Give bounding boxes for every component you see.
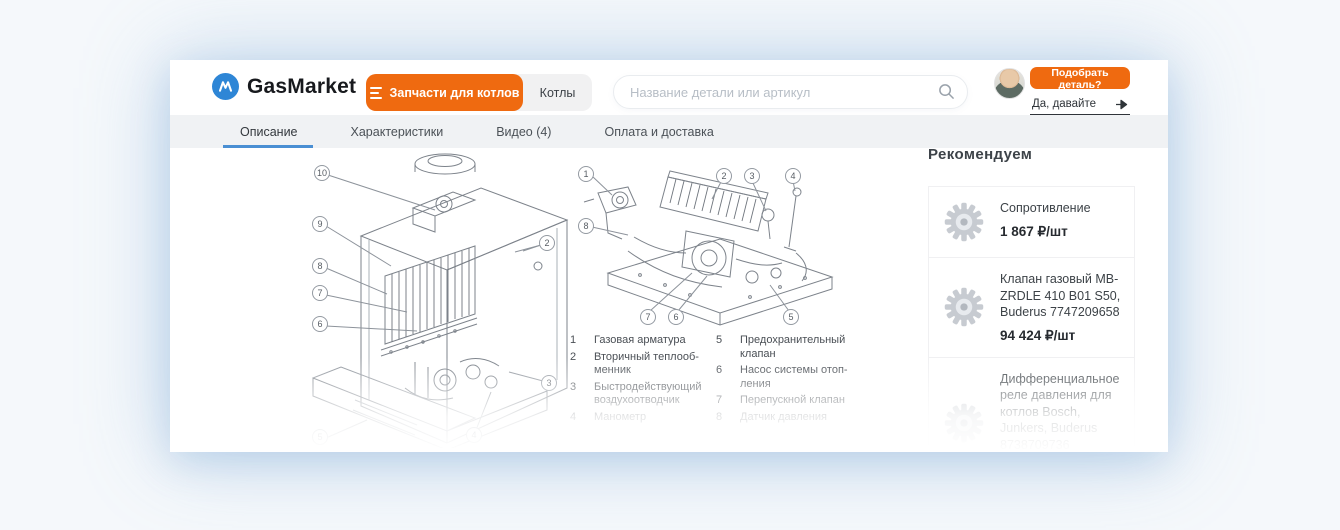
product-name: Дифференциальное реле давления для котло… <box>1000 371 1120 452</box>
hamburger-menu-icon <box>369 86 382 99</box>
legend-row: 4 Манометр <box>570 411 716 425</box>
diagram-callout: 8 <box>312 258 328 274</box>
legend-number: 7 <box>716 394 723 406</box>
legend-row: 3 Быстродействующий воздухоотводчик <box>570 381 716 408</box>
product-card[interactable]: Клапан газовый MB-ZRDLE 410 B01 S50, Bud… <box>928 257 1135 358</box>
recommendations-list: Сопротивление 1 867 ₽/шт Клапан газовый … <box>928 186 1135 452</box>
diagram-callout: 7 <box>312 285 328 301</box>
diagram-callout: 5 <box>312 429 328 445</box>
legend-column-2: 5 Предохранительный клапан 6 Насос системы … <box>716 334 862 427</box>
search-box <box>613 75 968 109</box>
legend-number: 1 <box>570 334 577 346</box>
parts-catalog-button[interactable]: Запчасти для котлов <box>366 74 523 111</box>
pick-part-button[interactable]: Подобрать деталь? <box>1030 67 1130 91</box>
legend-number: 5 <box>716 334 723 346</box>
product-name: Клапан газовый MB-ZRDLE 410 B01 S50, Bud… <box>1000 272 1121 319</box>
product-info: Сопротивление 1 867 ₽/шт <box>1000 200 1122 244</box>
legend-text: Перепускной клапан <box>740 394 845 406</box>
legend-row: 7 Перепускной клапан <box>716 394 862 408</box>
diagram-callout: 1 <box>578 166 594 182</box>
diagram-callout: 7 <box>640 309 656 325</box>
product-info: Дифференциальное реле давления для котло… <box>1000 371 1122 453</box>
diagram-callout: 6 <box>312 316 328 332</box>
diagram-callout: 3 <box>744 168 760 184</box>
tab-1[interactable]: Характеристики <box>351 125 444 139</box>
legend-row: 6 Насос системы отоп-ления <box>716 364 862 391</box>
product-price: 94 424 ₽/шт <box>1000 327 1076 343</box>
diagram-callout: 6 <box>668 309 684 325</box>
legend-number: 8 <box>716 410 723 423</box>
diagram-callout: 9 <box>312 216 328 232</box>
pick-part-reply-label: Да, давайте <box>1032 98 1097 110</box>
diagram-callout: 4 <box>466 427 482 443</box>
search-icon[interactable] <box>938 83 955 105</box>
diagram-callout: 4 <box>785 168 801 184</box>
tab-0[interactable]: Описание <box>240 125 298 139</box>
diagram-callout: 5 <box>783 309 799 325</box>
boiler-exterior-diagram <box>295 148 595 448</box>
legend-text: Насос системы отоп-ления <box>740 364 848 390</box>
tab-3[interactable]: Оплата и доставка <box>604 125 713 139</box>
product-page-card: GasMarket Запчасти для котлов Котлы Подо… <box>170 60 1168 452</box>
legend-row: 1 Газовая арматура <box>570 334 716 348</box>
logo-flame-icon <box>212 73 239 100</box>
legend-text: Датчик давления <box>740 410 827 423</box>
legend-text: Быстродействующий воздухоотводчик <box>594 380 702 407</box>
diagram-callout: 10 <box>314 165 330 181</box>
legend-number: 4 <box>570 410 577 423</box>
gear-product-image <box>941 271 987 344</box>
legend-row: 8 Датчик давления <box>716 411 862 425</box>
search-input[interactable] <box>613 75 968 109</box>
product-price: 1 867 ₽/шт <box>1000 223 1068 239</box>
legend-row: 2 Вторичный теплооб-менник <box>570 351 716 378</box>
legend-number: 6 <box>716 364 723 376</box>
legend-text: Вторичный теплооб-менник <box>594 350 699 377</box>
recommendations-title: Рекомендуем <box>928 146 1033 163</box>
send-arrow-icon <box>1116 99 1128 109</box>
diagram-callout: 8 <box>578 218 594 234</box>
product-info: Клапан газовый MB-ZRDLE 410 B01 S50, Bud… <box>1000 271 1122 344</box>
user-avatar[interactable] <box>994 68 1025 99</box>
part-picker-widget: Подобрать деталь? Да, давайте <box>1030 67 1130 116</box>
legend-text: Манометр <box>594 410 647 423</box>
diagram-callout: 2 <box>539 235 555 251</box>
legend-number: 2 <box>570 350 577 363</box>
product-card[interactable]: Дифференциальное реле давления для котло… <box>928 356 1135 453</box>
catalog-button-group: Запчасти для котлов Котлы <box>366 74 592 111</box>
gear-product-image <box>941 371 987 453</box>
legend-text: Предохранительный клапан <box>740 334 846 360</box>
boilers-button[interactable]: Котлы <box>523 74 592 111</box>
legend-text: Газовая арматура <box>594 334 686 346</box>
tab-2[interactable]: Видео (4) <box>496 125 551 139</box>
legend-column-1: 1 Газовая арматура 2 Вторичный теплооб-менн… <box>570 334 716 427</box>
recommendations-panel: Рекомендуем Сопротивление 1 867 ₽/шт Кла… <box>928 146 1135 452</box>
logo[interactable]: GasMarket <box>212 73 356 100</box>
diagram-legend: 1 Газовая арматура 2 Вторичный теплооб-менн… <box>570 334 862 427</box>
parts-catalog-label: Запчасти для котлов <box>389 85 520 100</box>
product-name: Сопротивление <box>1000 201 1091 215</box>
logo-text: GasMarket <box>247 74 357 98</box>
legend-row: 5 Предохранительный клапан <box>716 334 862 361</box>
legend-number: 3 <box>570 380 577 393</box>
hydraulic-unit-diagram <box>570 155 860 335</box>
tab-bar: Описание Характеристики Видео (4) Оплата и … <box>170 115 1168 148</box>
product-card[interactable]: Сопротивление 1 867 ₽/шт <box>928 186 1135 258</box>
gear-product-image <box>941 200 987 244</box>
diagram-callout: 2 <box>716 168 732 184</box>
pick-part-reply-link[interactable]: Да, давайте <box>1030 97 1130 116</box>
diagram-callout: 3 <box>541 375 557 391</box>
site-header: GasMarket Запчасти для котлов Котлы Подо… <box>170 60 1168 116</box>
